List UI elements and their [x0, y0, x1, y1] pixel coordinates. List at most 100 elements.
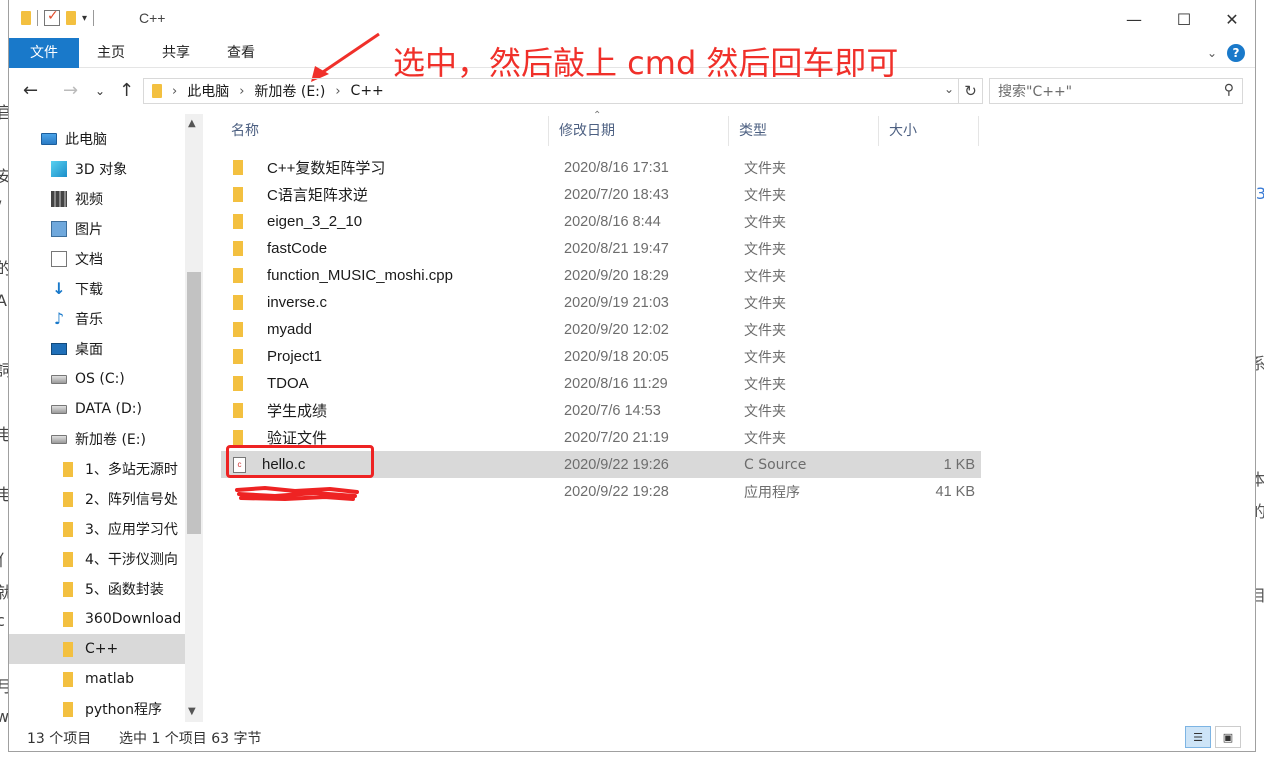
address-bar[interactable]: › 此电脑 › 新加卷 (E:) › C++ ⌄ ↻	[143, 78, 983, 104]
minimize-button[interactable]: —	[1111, 0, 1157, 38]
breadcrumb-separator-icon[interactable]: ›	[335, 84, 340, 99]
folder-icon	[233, 349, 243, 364]
sidebar-item-cpp[interactable]: C++	[9, 634, 185, 664]
sidebar-item-folder[interactable]: python程序	[9, 694, 185, 722]
file-row[interactable]: inverse.c 2020/9/19 21:03 文件夹	[221, 289, 981, 316]
sidebar-item-drive-c[interactable]: OS (C:)	[9, 364, 185, 394]
sidebar-item-videos[interactable]: 视频	[9, 184, 185, 214]
file-row[interactable]: C++复数矩阵学习 2020/8/16 17:31 文件夹	[221, 154, 981, 181]
sidebar-item-music[interactable]: ♪ 音乐	[9, 304, 185, 334]
folder-icon	[63, 521, 73, 537]
explorer-window: ▾ C++ — ☐ ✕ 文件 主页 共享 查看 ⌄ ? 选中，然后敲上 cmd …	[8, 0, 1256, 752]
folder-icon	[63, 461, 73, 477]
scrollbar-thumb[interactable]	[187, 272, 201, 534]
back-arrow-icon[interactable]: ←	[23, 80, 38, 101]
background-window-right: 3系。本的目	[1250, 0, 1264, 760]
nav-scrollbar[interactable]: ▲ ▼	[185, 114, 203, 722]
status-bar: 13 个项目 选中 1 个项目 63 字节 ☰ ▣	[9, 724, 1255, 750]
sidebar-item-folder[interactable]: 5、函数封装	[9, 574, 185, 604]
recent-locations-chevron-icon[interactable]: ⌄	[95, 84, 105, 98]
file-row[interactable]: function_MUSIC_moshi.cpp 2020/9/20 18:29 文…	[221, 262, 981, 289]
sidebar-item-folder[interactable]: 3、应用学习代	[9, 514, 185, 544]
sidebar-item-downloads[interactable]: ↓ 下载	[9, 274, 185, 304]
breadcrumb-drive-e[interactable]: 新加卷 (E:)	[254, 81, 325, 101]
tab-view[interactable]: 查看	[213, 38, 269, 68]
folder-icon	[63, 701, 73, 717]
column-header-type[interactable]: 类型	[729, 116, 879, 146]
item-count: 13 个项目	[27, 731, 92, 747]
drive-icon	[51, 404, 67, 414]
drive-icon	[51, 374, 67, 384]
file-row[interactable]: myadd 2020/9/20 12:02 文件夹	[221, 316, 981, 343]
folder-icon	[21, 11, 31, 25]
tab-file[interactable]: 文件	[9, 38, 79, 68]
tab-home[interactable]: 主页	[83, 38, 139, 68]
folder-icon	[63, 551, 73, 567]
details-view-icon[interactable]: ☰	[1185, 726, 1211, 748]
3d-objects-icon	[51, 161, 67, 177]
sidebar-item-pictures[interactable]: 图片	[9, 214, 185, 244]
close-button[interactable]: ✕	[1209, 0, 1255, 38]
divider	[37, 10, 38, 26]
breadcrumb-separator-icon[interactable]: ›	[239, 84, 244, 99]
video-icon	[51, 191, 67, 207]
column-header-name[interactable]: 名称	[221, 116, 549, 146]
folder-icon	[63, 581, 73, 597]
file-row[interactable]: TDOA 2020/8/16 11:29 文件夹	[221, 370, 981, 397]
sidebar-item-folder[interactable]: matlab	[9, 664, 185, 694]
file-row[interactable]: eigen_3_2_10 2020/8/16 8:44 文件夹	[221, 208, 981, 235]
scroll-down-icon[interactable]: ▼	[188, 706, 196, 717]
folder-icon	[233, 214, 243, 229]
refresh-icon[interactable]: ↻	[958, 79, 982, 103]
window-title: C++	[139, 10, 166, 26]
folder-icon	[233, 160, 243, 175]
sidebar-item-this-pc[interactable]: 此电脑	[9, 124, 185, 154]
folder-icon	[233, 295, 243, 310]
sidebar-item-drive-d[interactable]: DATA (D:)	[9, 394, 185, 424]
title-bar: ▾ C++ — ☐ ✕	[9, 0, 1255, 38]
large-icons-view-icon[interactable]: ▣	[1215, 726, 1241, 748]
desktop-icon	[51, 343, 67, 355]
folder-icon	[233, 430, 243, 445]
file-row[interactable]: 学生成绩 2020/7/6 14:53 文件夹	[221, 397, 981, 424]
folder-icon	[63, 491, 73, 507]
sidebar-item-documents[interactable]: 文档	[9, 244, 185, 274]
folder-icon	[63, 641, 73, 657]
tab-share[interactable]: 共享	[148, 38, 204, 68]
sidebar-item-folder[interactable]: 2、阵列信号处	[9, 484, 185, 514]
customize-toolbar-chevron-icon[interactable]: ▾	[82, 13, 87, 24]
breadcrumb-separator-icon[interactable]: ›	[172, 84, 177, 99]
properties-icon[interactable]	[44, 8, 60, 26]
up-arrow-icon[interactable]: ↑	[119, 80, 134, 101]
file-row[interactable]: fastCode 2020/8/21 19:47 文件夹	[221, 235, 981, 262]
sidebar-item-folder[interactable]: 1、多站无源时	[9, 454, 185, 484]
documents-icon	[51, 251, 67, 267]
sidebar-item-desktop[interactable]: 桌面	[9, 334, 185, 364]
column-header-date[interactable]: 修改日期	[549, 116, 729, 146]
sidebar-item-drive-e[interactable]: 新加卷 (E:)	[9, 424, 185, 454]
file-row[interactable]: C语言矩阵求逆 2020/7/20 18:43 文件夹	[221, 181, 981, 208]
forward-arrow-icon[interactable]: →	[63, 80, 78, 101]
search-input[interactable]: 搜索"C++" ⚲	[989, 78, 1243, 104]
maximize-button[interactable]: ☐	[1161, 0, 1207, 38]
folder-icon	[152, 84, 162, 98]
column-header-size[interactable]: 大小	[879, 116, 979, 146]
address-history-chevron-icon[interactable]: ⌄	[944, 82, 954, 96]
sidebar-item-folder[interactable]: 4、干涉仪测向	[9, 544, 185, 574]
breadcrumb-this-pc[interactable]: 此电脑	[187, 81, 229, 101]
help-icon[interactable]: ?	[1227, 44, 1245, 62]
scroll-up-icon[interactable]: ▲	[188, 118, 196, 129]
folder-icon	[233, 187, 243, 202]
file-row[interactable]: Project1 2020/9/18 20:05 文件夹	[221, 343, 981, 370]
new-folder-icon[interactable]	[66, 11, 76, 25]
redaction-scribble	[235, 485, 359, 502]
drive-icon	[51, 434, 67, 444]
sidebar-item-3d-objects[interactable]: 3D 对象	[9, 154, 185, 184]
expand-ribbon-chevron-icon[interactable]: ⌄	[1207, 46, 1217, 60]
sidebar-item-folder[interactable]: 360Download	[9, 604, 185, 634]
selection-info: 选中 1 个项目 63 字节	[119, 731, 262, 747]
search-placeholder: 搜索"C++"	[998, 84, 1073, 100]
breadcrumb-cpp[interactable]: C++	[351, 83, 384, 99]
computer-icon	[41, 133, 57, 145]
folder-icon	[233, 268, 243, 283]
